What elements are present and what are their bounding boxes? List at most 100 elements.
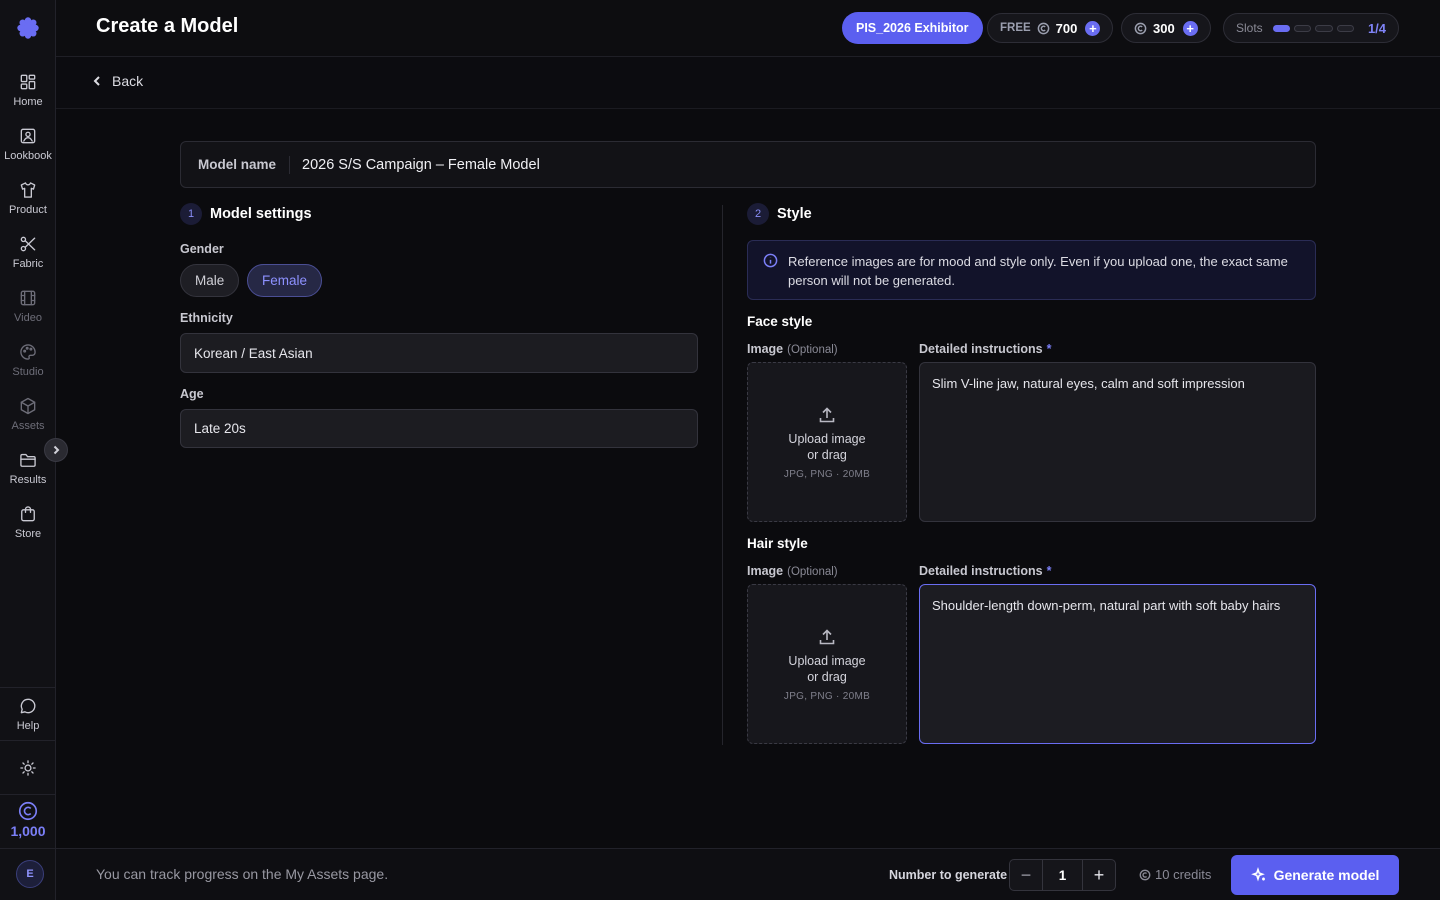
chevron-right-icon bbox=[53, 445, 60, 455]
credit-coin-icon bbox=[18, 801, 38, 821]
model-name-field[interactable]: Model name 2026 S/S Campaign – Female Mo… bbox=[180, 141, 1316, 188]
ethnicity-input[interactable]: Korean / East Asian bbox=[180, 333, 698, 373]
credit-coin-icon bbox=[1139, 869, 1151, 880]
generate-label: Generate model bbox=[1273, 867, 1380, 883]
upload-spec: JPG, PNG · 20MB bbox=[783, 468, 871, 480]
instructions-label-text: Detailed instructions bbox=[919, 342, 1043, 356]
model-settings-header: 1 Model settings bbox=[180, 203, 312, 225]
logo-icon[interactable] bbox=[14, 14, 42, 42]
chevron-left-icon bbox=[93, 76, 100, 86]
sidebar-item-label: Fabric bbox=[12, 258, 44, 270]
palette-icon bbox=[20, 344, 36, 360]
face-instructions-input[interactable]: Slim V-line jaw, natural eyes, calm and … bbox=[919, 362, 1316, 522]
upload-text: Upload image or drag bbox=[788, 653, 866, 684]
gender-option-male[interactable]: Male bbox=[180, 264, 240, 297]
sidebar-item-help[interactable]: Help bbox=[0, 696, 56, 746]
image-icon bbox=[20, 128, 36, 144]
hair-image-upload[interactable]: Upload image or drag JPG, PNG · 20MB bbox=[747, 584, 907, 744]
sidebar-item-fabric[interactable]: Fabric bbox=[0, 234, 56, 284]
sidebar-item-video[interactable]: Video bbox=[0, 288, 56, 338]
paid-credit-amount: 300 bbox=[1153, 20, 1175, 36]
upload-icon bbox=[819, 406, 835, 422]
add-credits-icon[interactable]: + bbox=[1182, 20, 1198, 36]
credit-coin-icon bbox=[1134, 22, 1147, 34]
instructions-label-text: Detailed instructions bbox=[919, 564, 1043, 578]
sidebar-item-product[interactable]: Product bbox=[0, 180, 56, 230]
age-label: Age bbox=[180, 387, 204, 401]
sidebar-item-label: Lookbook bbox=[4, 150, 52, 162]
shirt-icon bbox=[20, 182, 36, 198]
gender-option-female[interactable]: Female bbox=[247, 264, 323, 297]
film-icon bbox=[20, 290, 36, 306]
image-label-text: Image bbox=[747, 342, 784, 356]
bag-icon bbox=[21, 506, 35, 522]
sidebar-item-studio[interactable]: Studio bbox=[0, 342, 56, 392]
slot-indicator bbox=[1294, 24, 1312, 32]
upload-text: Upload image or drag bbox=[788, 431, 866, 462]
number-to-generate-label: Number to generate bbox=[889, 868, 1008, 882]
back-bar: Back bbox=[56, 57, 1440, 109]
scissors-icon bbox=[20, 236, 36, 252]
required-mark: * bbox=[1046, 342, 1052, 356]
section-title: Model settings bbox=[210, 206, 312, 222]
avatar[interactable]: E bbox=[16, 860, 44, 888]
slots-pill[interactable]: Slots 1/4 bbox=[1223, 13, 1399, 43]
sidebar-item-label: Product bbox=[9, 204, 47, 216]
upload-spec: JPG, PNG · 20MB bbox=[783, 690, 871, 702]
image-label-text: Image bbox=[747, 564, 784, 578]
quantity-value[interactable]: 1 bbox=[1043, 860, 1082, 890]
sidebar-item-label: Assets bbox=[11, 420, 45, 432]
sidebar-divider bbox=[0, 687, 56, 688]
gender-label: Gender bbox=[180, 242, 224, 256]
sidebar-item-home[interactable]: Home bbox=[0, 72, 56, 122]
sidebar-divider bbox=[0, 848, 56, 849]
slots-label: Slots bbox=[1236, 21, 1263, 35]
footer-bar: You can track progress on the My Assets … bbox=[56, 848, 1440, 900]
generate-model-button[interactable]: Generate model bbox=[1231, 855, 1399, 895]
paid-credits-pill[interactable]: 300 + bbox=[1121, 13, 1211, 43]
credit-balance[interactable]: 1,000 bbox=[0, 800, 56, 839]
quantity-stepper: − 1 + bbox=[1009, 859, 1116, 891]
credit-amount: 1,000 bbox=[10, 823, 46, 839]
hair-style-title: Hair style bbox=[747, 536, 808, 551]
sidebar-item-label: Video bbox=[14, 312, 42, 324]
step-number: 1 bbox=[180, 203, 202, 225]
free-credit-amount: 700 bbox=[1055, 20, 1078, 36]
style-header: 2 Style bbox=[747, 203, 812, 225]
sidebar-item-assets[interactable]: Assets bbox=[0, 396, 56, 446]
hair-instructions-input[interactable]: Shoulder-length down-perm, natural part … bbox=[919, 584, 1316, 744]
top-header: Create a Model PIS_2026 Exhibitor FREE 7… bbox=[56, 0, 1440, 57]
sidebar-item-label: Store bbox=[14, 528, 42, 540]
slot-indicator bbox=[1336, 24, 1354, 32]
sidebar-divider bbox=[0, 794, 56, 795]
free-credits-pill[interactable]: FREE 700 + bbox=[987, 13, 1114, 43]
credit-coin-icon bbox=[1037, 22, 1050, 34]
face-image-upload[interactable]: Upload image or drag JPG, PNG · 20MB bbox=[747, 362, 907, 522]
age-input[interactable]: Late 20s bbox=[180, 409, 698, 448]
optional-tag: (Optional) bbox=[787, 566, 838, 578]
sidebar-expand-button[interactable] bbox=[44, 438, 68, 462]
sidebar-item-label: Results bbox=[9, 474, 47, 486]
sidebar-divider bbox=[0, 740, 56, 741]
slot-indicator bbox=[1315, 24, 1333, 32]
sidebar-item-label: Home bbox=[13, 96, 43, 108]
upload-icon bbox=[819, 628, 835, 644]
grid-icon bbox=[20, 74, 36, 90]
decrement-button[interactable]: − bbox=[1010, 860, 1043, 890]
page-title: Create a Model bbox=[96, 15, 239, 37]
back-button[interactable]: Back bbox=[90, 73, 143, 89]
credit-cost: 10 credits bbox=[1139, 867, 1211, 882]
exhibitor-badge[interactable]: PIS_2026 Exhibitor bbox=[842, 12, 983, 44]
section-title: Style bbox=[777, 206, 812, 222]
folder-icon bbox=[20, 453, 36, 467]
box-icon bbox=[20, 397, 36, 415]
style-info-notice: Reference images are for mood and style … bbox=[747, 240, 1316, 300]
increment-button[interactable]: + bbox=[1082, 860, 1115, 890]
model-name-input[interactable]: 2026 S/S Campaign – Female Model bbox=[290, 157, 540, 173]
credit-cost-text: 10 credits bbox=[1155, 867, 1212, 882]
info-text: Reference images are for mood and style … bbox=[788, 254, 1288, 288]
face-image-label: Image (Optional) bbox=[747, 342, 838, 356]
sidebar-item-lookbook[interactable]: Lookbook bbox=[0, 126, 56, 176]
add-free-credits-icon[interactable]: + bbox=[1085, 20, 1101, 36]
sidebar-item-store[interactable]: Store bbox=[0, 504, 56, 554]
